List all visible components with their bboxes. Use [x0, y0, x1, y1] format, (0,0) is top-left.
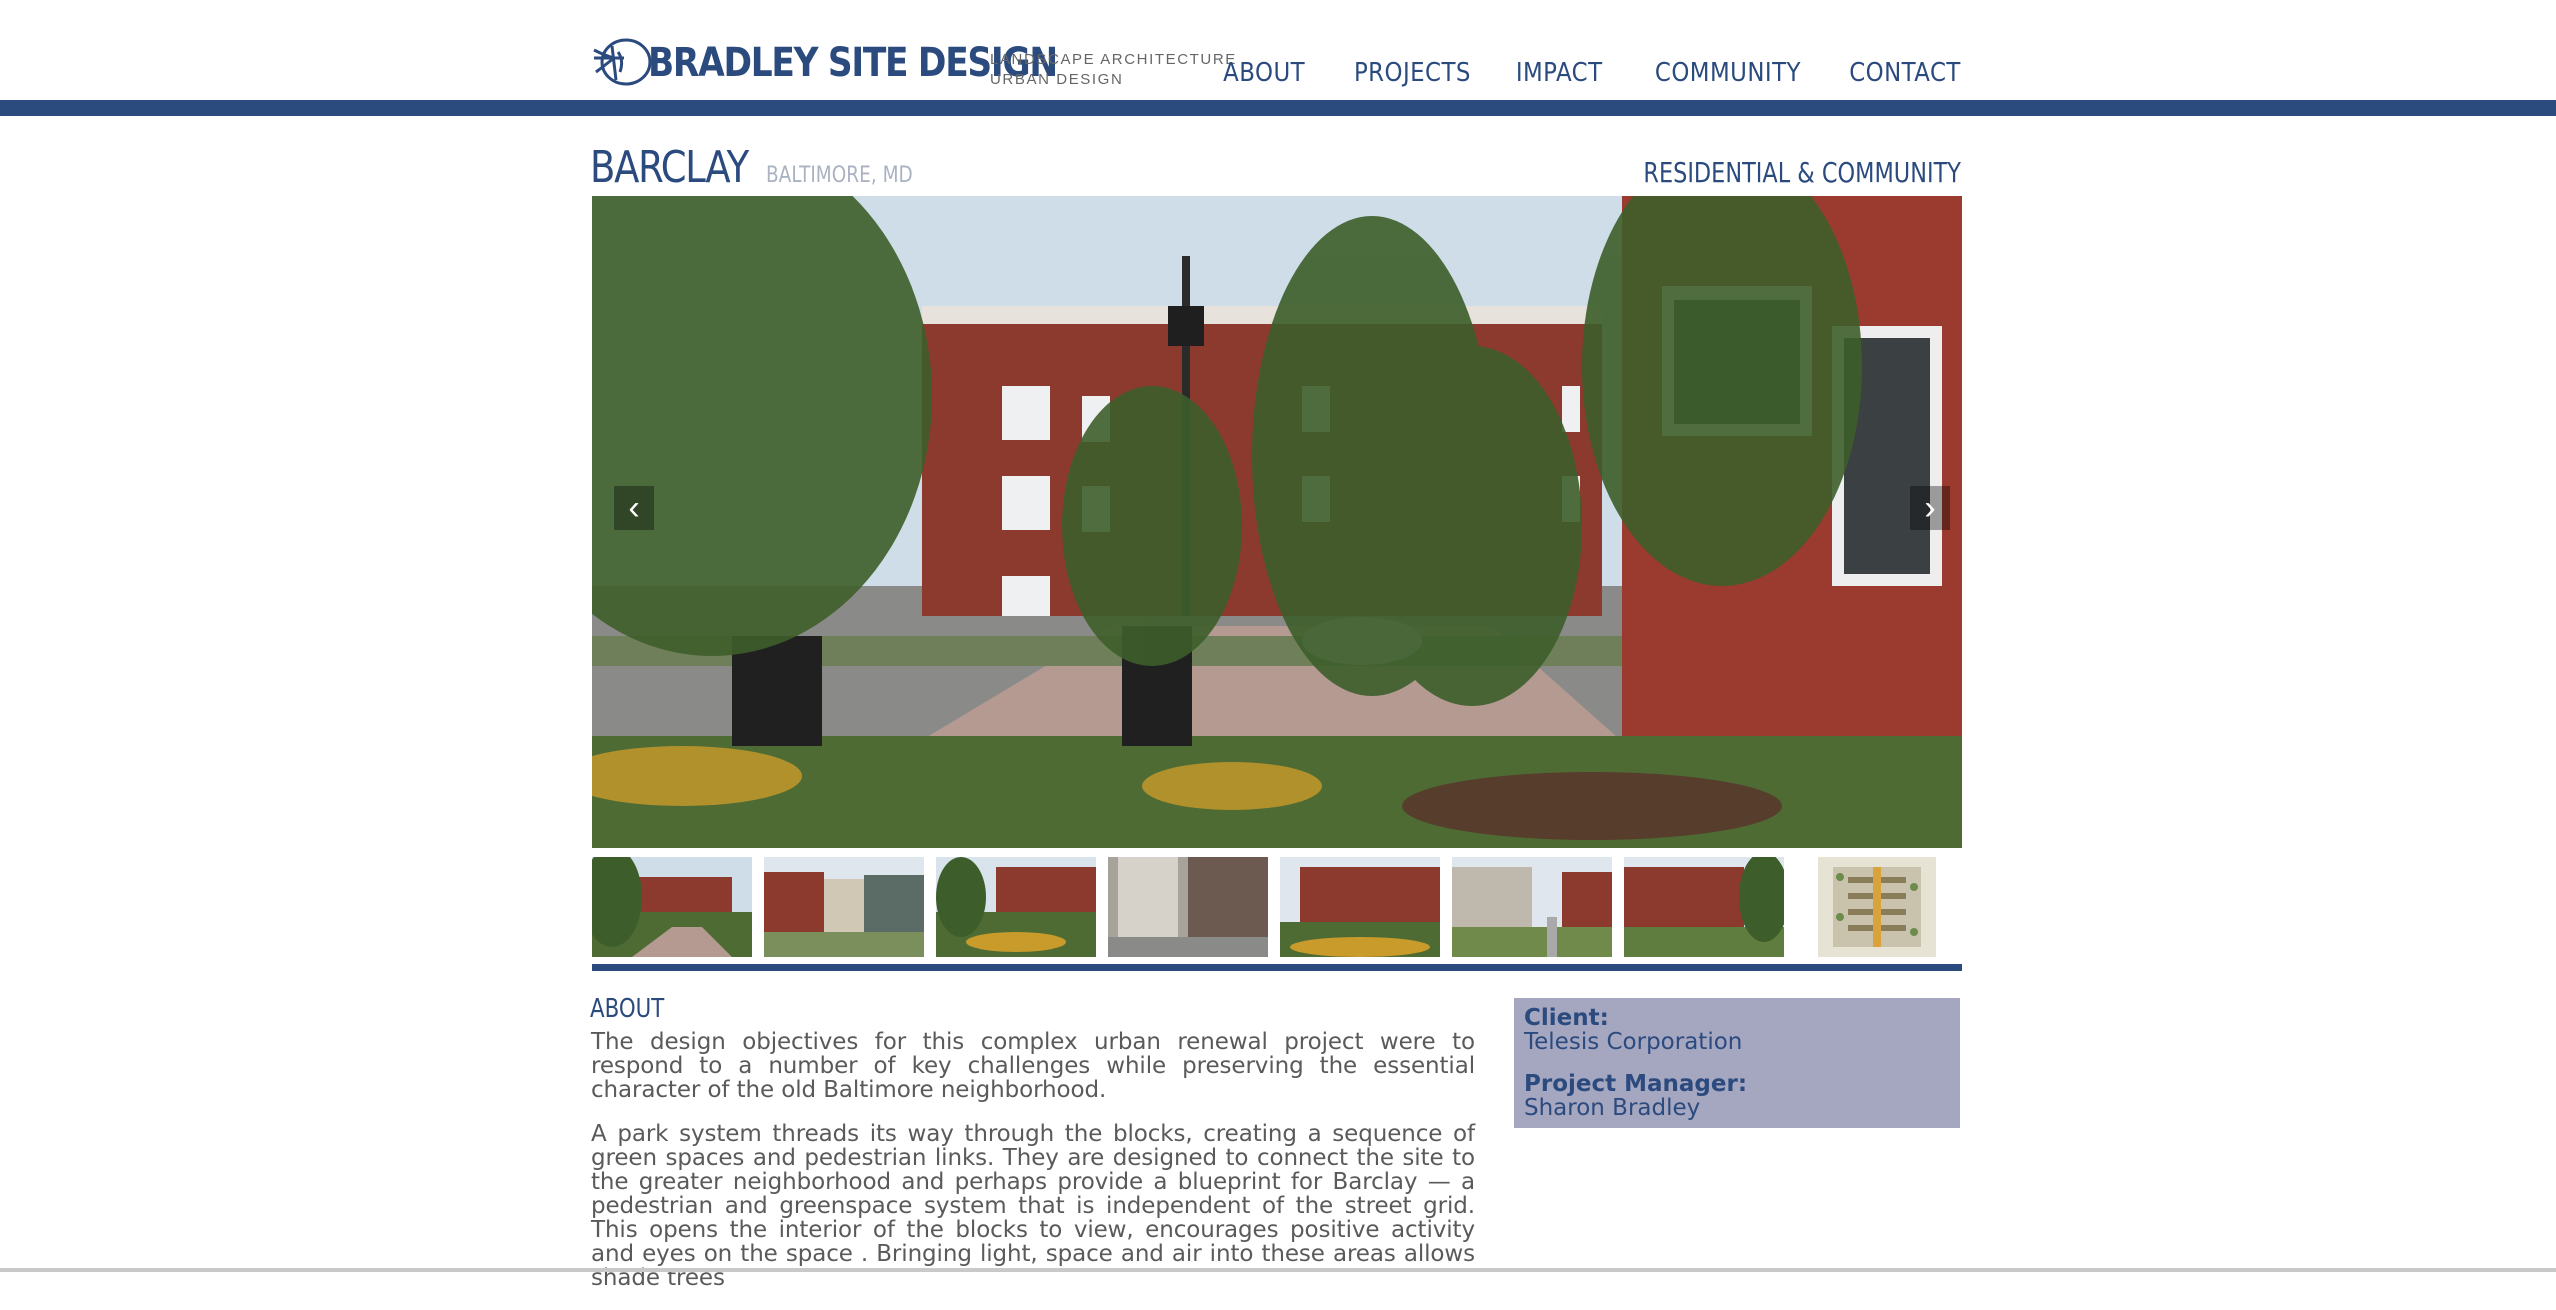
gallery-thumbnail[interactable] — [1818, 857, 1936, 957]
client-value: Telesis Corporation — [1524, 1029, 1743, 1055]
tagline-line-2: URBAN DESIGN — [990, 71, 1124, 88]
header-divider — [0, 100, 2556, 116]
project-photo — [592, 196, 1962, 848]
about-heading: ABOUT — [590, 994, 665, 1024]
nav-projects[interactable]: PROJECTS — [1354, 58, 1471, 88]
gallery-thumbnail[interactable] — [1624, 857, 1784, 957]
logo[interactable]: BRADLEY SITE DESIGN LANDSCAPE ARCHITECTU… — [590, 30, 1235, 96]
about-paragraph-1: The design objectives for this complex u… — [591, 1029, 1475, 1103]
about-paragraph-2: A park system threads its way through th… — [591, 1121, 1475, 1291]
client-label: Client: — [1524, 1005, 1609, 1031]
chevron-left-icon: ‹ — [628, 489, 640, 527]
gallery-thumbnail[interactable] — [1280, 857, 1440, 957]
project-title: BARCLAY BALTIMORE, MD — [590, 142, 941, 193]
gallery-main-image[interactable]: ‹ › — [592, 196, 1962, 848]
gallery-thumbnail[interactable] — [592, 857, 752, 957]
project-manager-value: Sharon Bradley — [1524, 1095, 1701, 1121]
gallery-divider — [592, 964, 1962, 971]
brand-tagline: LANDSCAPE ARCHITECTURE URBAN DESIGN — [990, 50, 1237, 90]
nav-about[interactable]: ABOUT — [1223, 58, 1305, 88]
site-header: BRADLEY SITE DESIGN LANDSCAPE ARCHITECTU… — [0, 0, 2556, 100]
gallery-thumbnail[interactable] — [764, 857, 924, 957]
dragonfly-icon — [593, 38, 652, 86]
tagline-line-1: LANDSCAPE ARCHITECTURE — [990, 51, 1237, 68]
chevron-right-icon: › — [1924, 489, 1936, 527]
nav-contact[interactable]: CONTACT — [1849, 58, 1961, 88]
gallery-next-button[interactable]: › — [1910, 486, 1950, 530]
project-info-box: Client: Telesis Corporation Project Mana… — [1514, 998, 1960, 1128]
gallery-thumbnail[interactable] — [1452, 857, 1612, 957]
gallery-thumbnail[interactable] — [1108, 857, 1268, 957]
project-category[interactable]: RESIDENTIAL & COMMUNITY — [1643, 156, 1961, 189]
gallery-prev-button[interactable]: ‹ — [614, 486, 654, 530]
nav-impact[interactable]: IMPACT — [1516, 58, 1603, 88]
project-name: BARCLAY — [590, 142, 749, 193]
nav-community[interactable]: COMMUNITY — [1655, 58, 1801, 88]
project-manager-label: Project Manager: — [1524, 1071, 1748, 1097]
main-nav: ABOUT PROJECTS IMPACT COMMUNITY CONTACT — [1212, 58, 1961, 88]
gallery-thumbnail[interactable] — [936, 857, 1096, 957]
window-bottom-edge — [0, 1268, 2556, 1272]
project-location: BALTIMORE, MD — [765, 163, 913, 188]
